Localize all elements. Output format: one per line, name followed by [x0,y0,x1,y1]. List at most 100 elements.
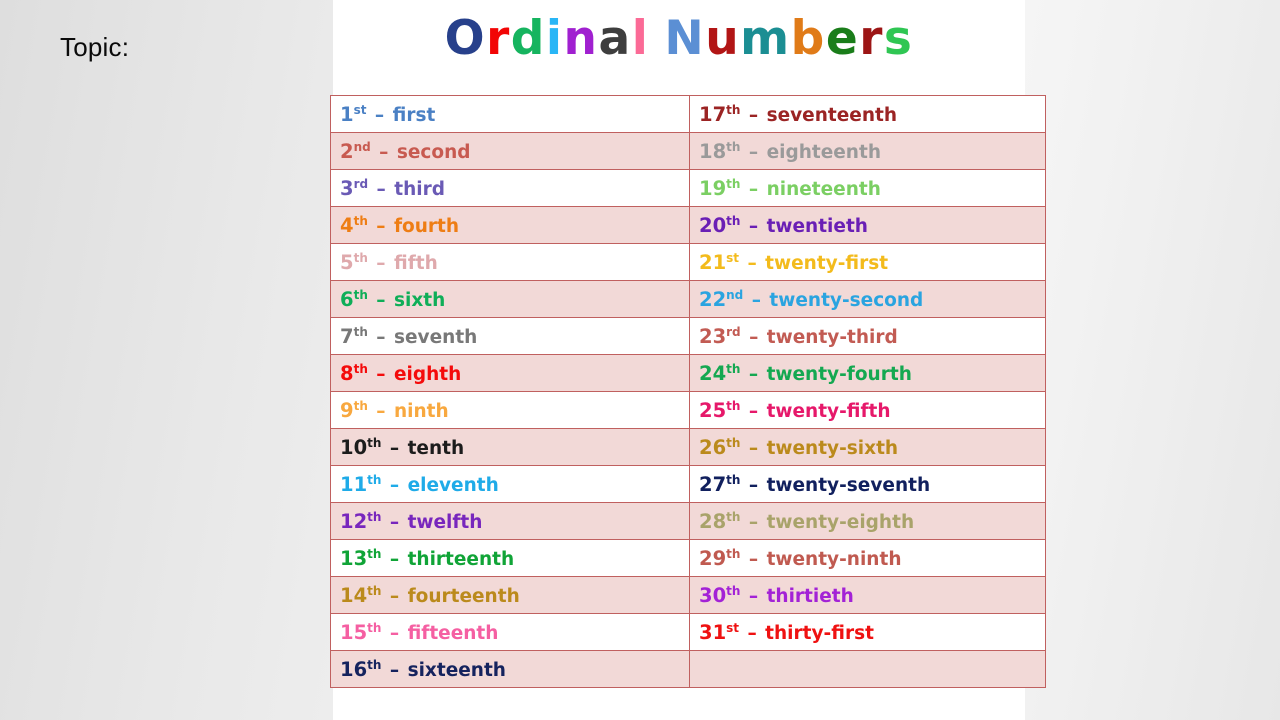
ordinal-suffix: rd [726,324,741,339]
ordinal-number: 1 [340,102,354,126]
table-row: 14th – fourteenth 30th – thirtieth [330,576,1046,614]
ordinal-dash: – [369,215,392,237]
ordinal-word: sixth [394,289,446,311]
topic-label: Topic: [60,32,130,62]
title-letter: r [486,11,511,66]
table-row: 3rd – third 19th – nineteenth [330,169,1046,207]
ordinal-cell-left: 1st – first [330,95,690,133]
ordinal-dash: – [742,548,765,570]
ordinal-word: tenth [407,437,465,459]
ordinal-dash: – [742,215,765,237]
title-letter: N [664,11,706,66]
ordinal-cell-left: 13th – thirteenth [330,539,690,577]
ordinal-cell-left: 12th – twelfth [330,502,690,540]
table-row: 7th – seventh 23rd – twenty-third [330,317,1046,355]
ordinal-word: twenty-sixth [766,437,899,459]
ordinal-dash: – [742,178,765,200]
ordinal-word: thirtieth [766,585,854,607]
ordinal-suffix: th [726,213,741,228]
ordinal-suffix: th [367,657,382,672]
ordinal-word: third [394,178,445,200]
ordinal-numbers-table: 1st – first 17th – seventeenth 2nd – secon… [330,95,1046,688]
ordinal-dash: – [742,511,765,533]
title-letter: d [510,11,546,66]
ordinal-suffix: th [726,139,741,154]
table-row: 4th – fourth 20th – twentieth [330,206,1046,244]
ordinal-number: 30 [699,583,727,607]
ordinal-suffix: th [726,546,741,561]
ordinal-dash: – [369,363,392,385]
ordinal-cell-left: 3rd – third [330,169,690,207]
ordinal-cell-right: 26th – twenty-sixth [689,428,1046,466]
ordinal-cell-right: 22nd – twenty-second [689,280,1046,318]
ordinal-number: 20 [699,213,727,237]
ordinal-number: 21 [699,250,727,274]
ordinal-word: seventh [394,326,478,348]
ordinal-suffix: th [726,361,741,376]
ordinal-word: twenty-eighth [766,511,915,533]
ordinal-dash: – [383,622,406,644]
ordinal-number: 29 [699,546,727,570]
ordinal-word: twenty-third [766,326,898,348]
ordinal-dash: – [383,437,406,459]
ordinal-suffix: th [353,324,368,339]
ordinal-dash: – [742,363,765,385]
ordinal-number: 7 [340,324,354,348]
ordinal-dash: – [369,252,392,274]
ordinal-number: 4 [340,213,354,237]
ordinal-number: 2 [340,139,354,163]
ordinal-number: 10 [340,435,368,459]
title-letter: m [740,11,791,66]
ordinal-suffix: th [367,583,382,598]
ordinal-suffix: rd [353,176,369,191]
ordinal-suffix: th [726,583,741,598]
ordinal-dash: – [742,141,765,163]
ordinal-word: twenty-second [769,289,924,311]
slide-content-panel: Ordinal Numbers 1st – first 17th – sevente… [330,0,1046,720]
ordinal-word: sixteenth [407,659,506,681]
ordinal-cell-right: 20th – twentieth [689,206,1046,244]
ordinal-number: 13 [340,546,368,570]
ordinal-dash: – [369,400,392,422]
ordinal-cell-right: 19th – nineteenth [689,169,1046,207]
ordinal-dash: – [742,326,765,348]
ordinal-dash: – [370,178,393,200]
ordinal-dash: – [383,659,406,681]
ordinal-word: eleventh [407,474,499,496]
ordinal-dash: – [741,622,764,644]
ordinal-dash: – [383,474,406,496]
ordinal-dash: – [742,474,765,496]
ordinal-suffix: th [353,287,368,302]
title-letter: n [563,11,599,66]
ordinal-suffix: nd [726,287,744,302]
title-letter: i [545,11,564,66]
ordinal-suffix: nd [353,139,371,154]
ordinal-dash: – [742,437,765,459]
ordinal-cell-left: 4th – fourth [330,206,690,244]
ordinal-cell-left: 8th – eighth [330,354,690,392]
ordinal-word: twelfth [407,511,483,533]
ordinal-dash: – [369,326,392,348]
ordinal-suffix: th [353,361,368,376]
title-letter: l [631,11,650,66]
table-row: 15th – fifteenth 31st – thirty-first [330,613,1046,651]
ordinal-numbers-table-body: 1st – first 17th – seventeenth 2nd – secon… [330,95,1046,688]
title-letter: O [444,11,487,66]
ordinal-cell-right: 21st – twenty-first [689,243,1046,281]
ordinal-dash: – [745,289,768,311]
ordinal-cell-left: 7th – seventh [330,317,690,355]
ordinal-word: twenty-fourth [766,363,912,385]
ordinal-dash: – [383,511,406,533]
ordinal-suffix: th [726,435,741,450]
ordinal-cell-right: 29th – twenty-ninth [689,539,1046,577]
ordinal-cell-right: 18th – eighteenth [689,132,1046,170]
ordinal-word: fourteenth [407,585,520,607]
ordinal-word: thirteenth [407,548,515,570]
page-title: Ordinal Numbers [333,11,1025,66]
ordinal-suffix: th [726,472,741,487]
ordinal-suffix: th [353,250,368,265]
ordinal-cell-left: 15th – fifteenth [330,613,690,651]
title-letter: r [859,11,884,66]
ordinal-word: twentieth [766,215,868,237]
ordinal-cell-left: 5th – fifth [330,243,690,281]
